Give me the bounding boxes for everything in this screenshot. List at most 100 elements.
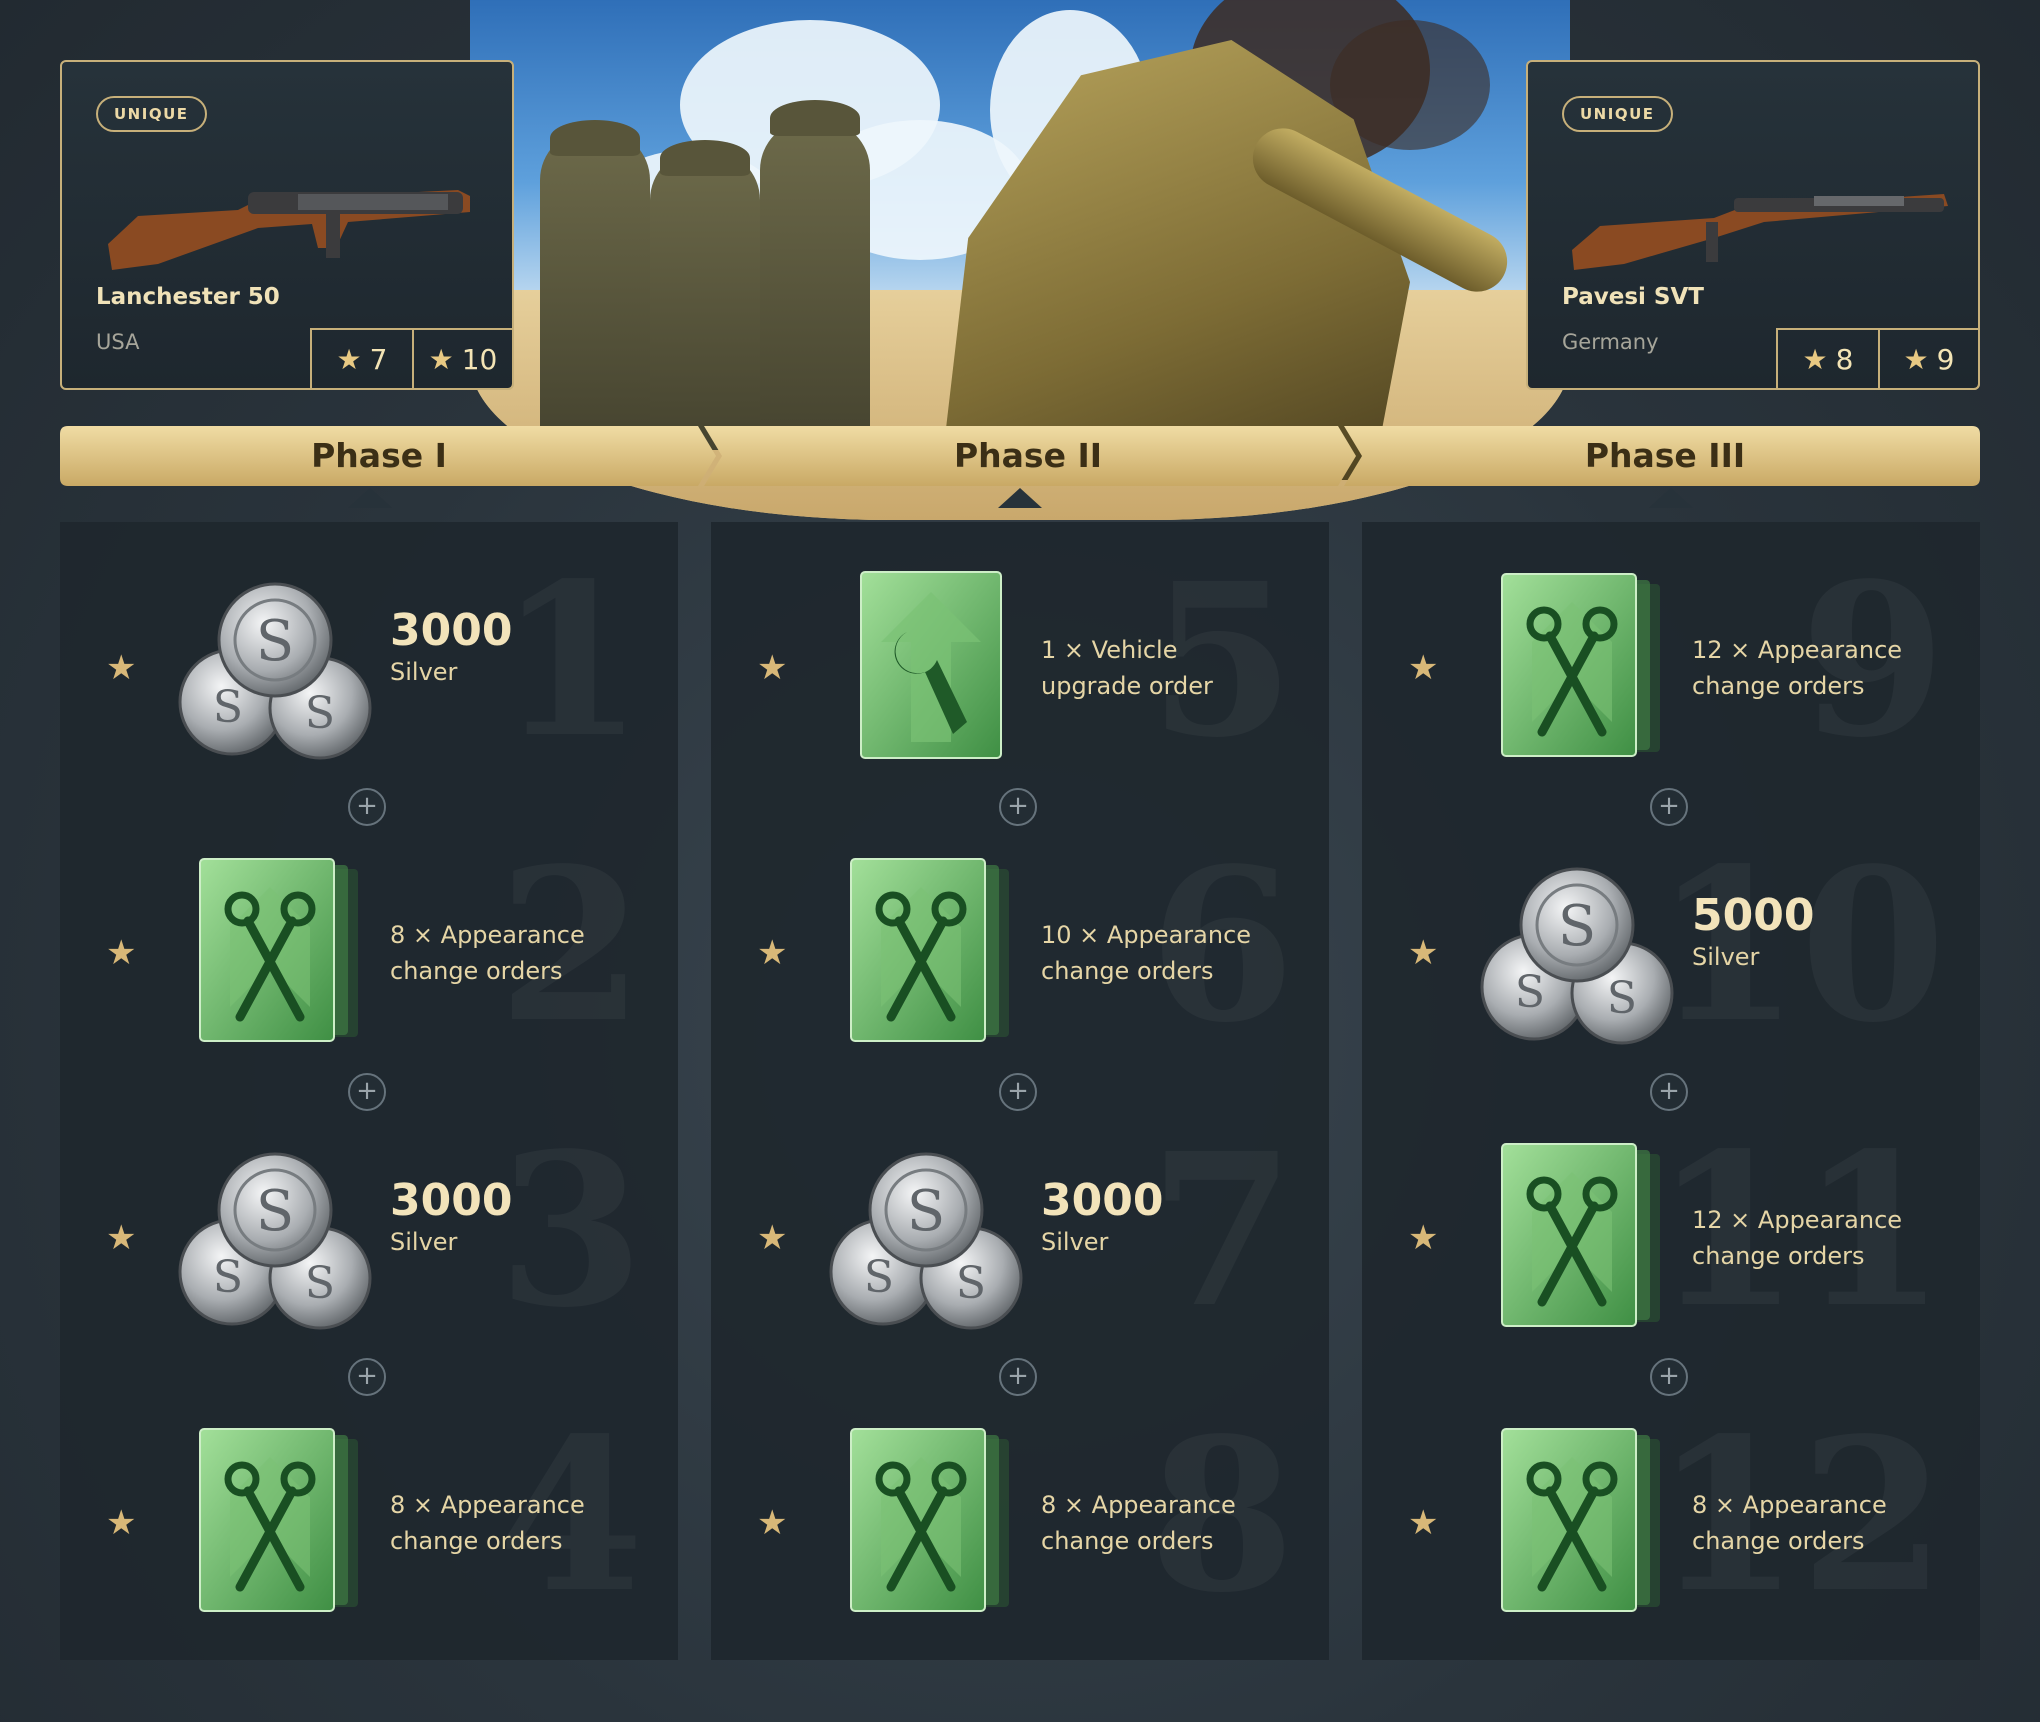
phase-2-rewards: 5★ 1 × Vehicleupgrade order+6★ 10 × Appe… (711, 522, 1329, 1660)
silver-amount: 3000 (390, 1175, 513, 1226)
weapon-nation: USA (96, 330, 140, 354)
reward-cell[interactable]: 12★ 8 × Appearancechange orders (1362, 1377, 1980, 1661)
reward-cell[interactable]: 2★ 8 × Appearancechange orders (60, 807, 678, 1091)
scissors-icon (850, 858, 1009, 1042)
silver-coins-icon: S S S (178, 582, 372, 760)
reward-type: Appearance (1742, 1491, 1887, 1519)
reward-text: 3000 Silver (390, 605, 513, 690)
reward-type-line2: change orders (1041, 1527, 1214, 1555)
tab-phase-1[interactable]: Phase I (60, 426, 698, 486)
svg-text:S: S (256, 1179, 294, 1244)
silver-amount: 3000 (390, 605, 513, 656)
reward-count: 8 (1041, 1491, 1057, 1519)
scissors-icon (1501, 1428, 1660, 1612)
silver-coins-icon: S S S (1480, 867, 1674, 1045)
unique-badge: UNIQUE (96, 96, 207, 132)
smg-icon (108, 190, 470, 270)
reward-cell[interactable]: 10★ S S S 5000Silver (1362, 807, 1980, 1091)
scissors-icon (199, 858, 358, 1042)
reward-type-line2: change orders (390, 1527, 563, 1555)
svg-text:S: S (864, 1252, 894, 1303)
star-icon: ★ (1408, 1503, 1439, 1543)
reward-type-line2: change orders (1041, 957, 1214, 985)
reward-type: Appearance (1106, 921, 1252, 949)
reward-number: 1 (498, 556, 644, 766)
star-icon: ★ (1802, 342, 1828, 376)
reward-text: 5000 Silver (1692, 890, 1815, 975)
weapon-card-right[interactable]: UNIQUE Pavesi SVT Germany ★ 8 ★ 9 (1526, 60, 1980, 390)
svg-text:S: S (305, 1258, 335, 1309)
weapon-rating: ★ 7 ★ 10 (310, 328, 514, 390)
svg-text:S: S (213, 1252, 243, 1303)
reward-type-line2: change orders (1692, 672, 1865, 700)
reward-cell[interactable]: 5★ 1 × Vehicleupgrade order (711, 522, 1329, 806)
reward-text: 10 × Appearance change orders (1041, 917, 1251, 989)
reward-text: 8 × Appearance change orders (390, 917, 585, 989)
phase-pointer (998, 488, 1042, 508)
star-icon: ★ (757, 1218, 788, 1258)
star-icon: ★ (336, 342, 362, 376)
svg-text:S: S (305, 688, 335, 739)
reward-cell[interactable]: 6★ 10 × Appearancechange orders (711, 807, 1329, 1091)
reward-cell[interactable]: 8★ 8 × Appearancechange orders (711, 1377, 1329, 1661)
reward-text: 12 × Appearance change orders (1692, 632, 1902, 704)
silver-coins-icon: S S S (178, 1152, 372, 1330)
currency-label: Silver (390, 658, 458, 687)
reward-number: 7 (1149, 1126, 1295, 1336)
reward-cell[interactable]: 4★ 8 × Appearancechange orders (60, 1377, 678, 1661)
star-icon: ★ (757, 648, 788, 688)
star-icon: ★ (106, 648, 137, 688)
reward-cell[interactable]: 9★ 12 × Appearancechange orders (1362, 522, 1980, 806)
scissors-icon (850, 1428, 1009, 1612)
svg-text:S: S (1558, 894, 1596, 959)
rating-value: 9 (1936, 342, 1955, 376)
star-icon: ★ (1903, 342, 1929, 376)
reward-text: 8 × Appearance change orders (1041, 1487, 1236, 1559)
reward-cell[interactable]: 7 ★ S S S 3000Silver (711, 1092, 1329, 1376)
svg-text:S: S (213, 682, 243, 733)
tab-phase-3[interactable]: Phase III (1350, 426, 1980, 486)
star-icon: ★ (757, 933, 788, 973)
currency-label: Silver (1692, 943, 1760, 972)
phase-pointer (1649, 488, 1693, 508)
svg-text:S: S (907, 1179, 945, 1244)
reward-cell[interactable]: 3 ★ S S S 3000Silver (60, 1092, 678, 1376)
reward-text: 3000 Silver (1041, 1175, 1164, 1260)
reward-text: 8 × Appearance change orders (390, 1487, 585, 1559)
star-icon: ★ (106, 933, 137, 973)
reward-type: Vehicle (1091, 636, 1178, 664)
reward-type-line2: upgrade order (1041, 672, 1213, 700)
reward-count: 8 (1692, 1491, 1708, 1519)
reward-count: 8 (390, 1491, 406, 1519)
reward-type: Appearance (1757, 1206, 1903, 1234)
tab-phase-2[interactable]: Phase II (711, 426, 1345, 486)
svg-text:S: S (1607, 973, 1637, 1024)
reward-count: 12 (1692, 1206, 1723, 1234)
reward-count: 1 (1041, 636, 1057, 664)
reward-cell[interactable]: 1 ★ S S S 3000Silver (60, 522, 678, 806)
svg-text:S: S (956, 1258, 986, 1309)
rating-value: 7 (369, 342, 388, 376)
reward-text: 3000 Silver (390, 1175, 513, 1260)
silver-coins-icon: S S S (829, 1152, 1023, 1330)
reward-count: 8 (390, 921, 406, 949)
scissors-icon (1501, 1143, 1660, 1327)
reward-type: Appearance (440, 921, 585, 949)
reward-type: Appearance (1091, 1491, 1236, 1519)
weapon-card-left[interactable]: UNIQUE Lanchester 50 USA ★ 7 ★ 10 (60, 60, 514, 390)
reward-text: 8 × Appearance change orders (1692, 1487, 1887, 1559)
weapon-name: Lanchester 50 (96, 284, 280, 310)
scissors-icon (199, 1428, 358, 1612)
silver-amount: 3000 (1041, 1175, 1164, 1226)
currency-label: Silver (390, 1228, 458, 1257)
star-icon: ★ (106, 1503, 137, 1543)
rating-value: 10 (461, 342, 498, 376)
scissors-icon (1501, 573, 1660, 757)
unique-badge: UNIQUE (1562, 96, 1673, 132)
weapon-name: Pavesi SVT (1562, 284, 1704, 310)
reward-cell[interactable]: 11★ 12 × Appearancechange orders (1362, 1092, 1980, 1376)
phase-pointer (348, 488, 392, 508)
wrench-icon (860, 571, 1002, 759)
star-icon: ★ (106, 1218, 137, 1258)
silver-amount: 5000 (1692, 890, 1815, 941)
